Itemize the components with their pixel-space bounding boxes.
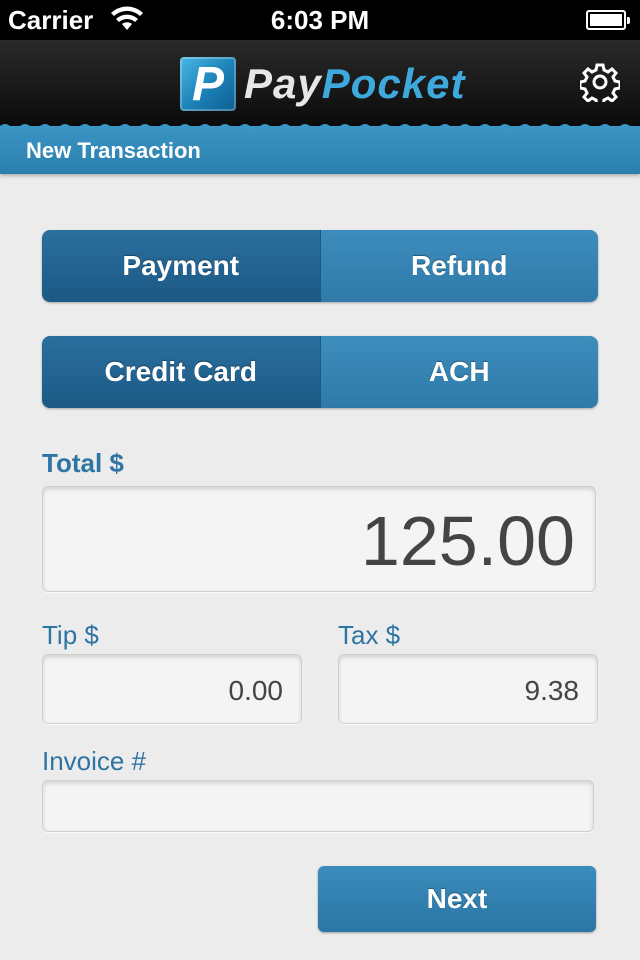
tip-field[interactable]: 0.00: [42, 654, 302, 724]
nav-bar: P PayPocket: [0, 40, 640, 128]
clock: 6:03 PM: [270, 5, 370, 35]
next-button[interactable]: Next: [318, 866, 596, 932]
tip-label: Tip $: [42, 620, 99, 650]
payment-method-control: Credit Card ACH: [42, 336, 598, 408]
logo-text: PayPocket: [244, 60, 465, 108]
total-field[interactable]: 125.00: [42, 486, 596, 592]
segment-credit-card[interactable]: Credit Card: [42, 336, 320, 408]
invoice-field[interactable]: [42, 780, 594, 832]
logo-text-pocket: Pocket: [321, 60, 466, 107]
section-title: New Transaction: [26, 138, 201, 163]
segment-ach[interactable]: ACH: [319, 336, 598, 408]
transaction-type-control: Payment Refund: [42, 230, 598, 302]
gear-icon[interactable]: [580, 62, 620, 102]
total-label: Total $: [42, 448, 124, 478]
logo-text-pay: Pay: [244, 60, 322, 107]
tax-label: Tax $: [338, 620, 401, 650]
paypocket-logo: P PayPocket: [180, 56, 465, 112]
tax-field[interactable]: 9.38: [338, 654, 598, 724]
segment-payment[interactable]: Payment: [42, 230, 320, 302]
status-bar: Carrier 6:03 PM: [0, 0, 640, 40]
battery-icon: [586, 10, 630, 30]
invoice-label: Invoice #: [42, 746, 147, 776]
zigzag-edge: [0, 124, 640, 132]
section-header: New Transaction: [0, 124, 640, 174]
segment-refund[interactable]: Refund: [319, 230, 598, 302]
logo-mark-icon: P: [180, 57, 236, 111]
